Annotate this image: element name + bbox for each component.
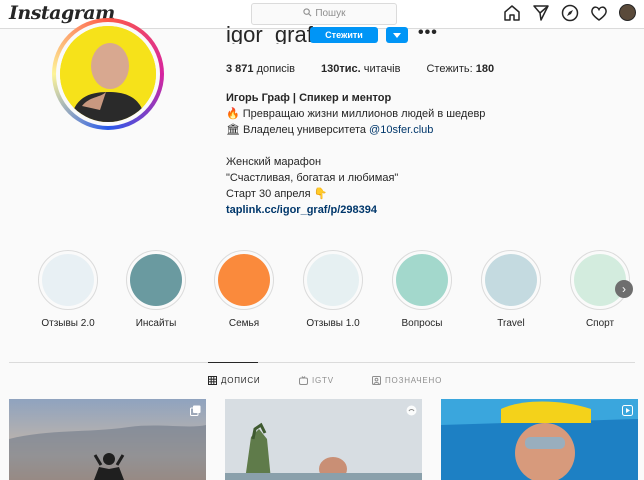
highlight-label: Спорт bbox=[585, 318, 615, 329]
post-thumbnail[interactable] bbox=[441, 399, 638, 480]
highlight-item[interactable]: Инсайты bbox=[126, 250, 186, 329]
tab-tagged[interactable]: ПОЗНАЧЕНО bbox=[372, 376, 442, 385]
bio-line-4: "Счастливая, богатая и любимая" bbox=[226, 172, 399, 184]
active-tab-indicator bbox=[208, 362, 258, 363]
highlight-cover bbox=[218, 254, 270, 306]
direct-icon[interactable] bbox=[532, 4, 550, 22]
grid-icon bbox=[208, 376, 217, 385]
post-thumbnail[interactable] bbox=[9, 399, 206, 480]
profile-stats: 3 871 дописів 130тис. читачів Стежить: 1… bbox=[226, 63, 494, 75]
highlight-label: Вопросы bbox=[401, 318, 443, 329]
explore-icon[interactable] bbox=[561, 4, 579, 22]
bio-mention-link[interactable]: @10sfer.club bbox=[369, 124, 433, 136]
posts-count: 3 871 дописів bbox=[226, 63, 296, 75]
more-options-icon[interactable]: ••• bbox=[418, 24, 438, 42]
highlight-item[interactable]: Отзывы 1.0 bbox=[303, 250, 363, 329]
highlight-cover bbox=[42, 254, 94, 306]
highlight-cover bbox=[485, 254, 537, 306]
highlight-item[interactable]: Вопросы bbox=[392, 250, 452, 329]
suggested-dropdown-button[interactable] bbox=[386, 27, 408, 43]
tab-igtv[interactable]: IGTV bbox=[299, 376, 334, 385]
profile-photo bbox=[60, 26, 156, 122]
chevron-right-icon[interactable]: › bbox=[615, 280, 633, 298]
highlight-cover bbox=[396, 254, 448, 306]
profile-full-name: Игорь Граф | Спикер и ментор bbox=[226, 92, 392, 104]
highlight-label: Инсайты bbox=[135, 318, 177, 329]
profile-avatar[interactable] bbox=[619, 4, 636, 21]
post-image bbox=[225, 399, 422, 480]
follow-button[interactable]: Стежити bbox=[310, 27, 378, 43]
highlight-label: Отзывы 1.0 bbox=[306, 318, 360, 329]
highlight-cover bbox=[307, 254, 359, 306]
highlight-label: Travel bbox=[497, 318, 525, 329]
tab-posts[interactable]: ДОПИСИ bbox=[208, 376, 260, 385]
highlight-label: Отзывы 2.0 bbox=[41, 318, 95, 329]
post-thumbnail[interactable] bbox=[225, 399, 422, 480]
profile-bio: Игорь Граф | Спикер и ментор 🔥 Превращаю… bbox=[226, 90, 526, 218]
following-count[interactable]: Стежить: 180 bbox=[426, 63, 494, 75]
profile-username: igor_graf bbox=[226, 22, 313, 44]
highlight-item[interactable]: Travel bbox=[481, 250, 541, 329]
search-placeholder: Пошук bbox=[315, 8, 346, 19]
carousel-icon bbox=[190, 403, 201, 416]
highlight-item[interactable]: Отзывы 2.0 bbox=[38, 250, 98, 329]
post-image bbox=[9, 399, 206, 480]
home-icon[interactable] bbox=[503, 4, 521, 22]
highlight-cover bbox=[130, 254, 182, 306]
igtv-badge-icon bbox=[406, 403, 417, 416]
igtv-icon bbox=[299, 376, 308, 385]
highlight-item[interactable]: Семья bbox=[214, 250, 274, 329]
bio-line-2: 🏛 Владелец университета @10sfer.club bbox=[226, 124, 434, 136]
tagged-icon bbox=[372, 376, 381, 385]
followers-count[interactable]: 130тис. читачів bbox=[321, 63, 400, 75]
video-icon bbox=[622, 403, 633, 416]
highlight-cover bbox=[574, 254, 626, 306]
highlight-label: Семья bbox=[228, 318, 260, 329]
post-image bbox=[441, 399, 638, 480]
bio-line-5: Старт 30 апреля 👇 bbox=[226, 188, 328, 200]
bio-line-1: 🔥 Превращаю жизни миллионов людей в шеде… bbox=[226, 108, 486, 120]
bio-line-3: Женский марафон bbox=[226, 156, 322, 168]
search-icon bbox=[303, 5, 313, 17]
bio-external-link[interactable]: taplink.cc/igor_graf/p/298394 bbox=[226, 202, 526, 218]
profile-avatar-large[interactable] bbox=[52, 18, 164, 130]
activity-heart-icon[interactable] bbox=[590, 4, 608, 22]
tabs-divider bbox=[9, 362, 635, 363]
story-highlights: Отзывы 2.0 Инсайты Семья Отзывы 1.0 Вопр… bbox=[38, 250, 630, 330]
